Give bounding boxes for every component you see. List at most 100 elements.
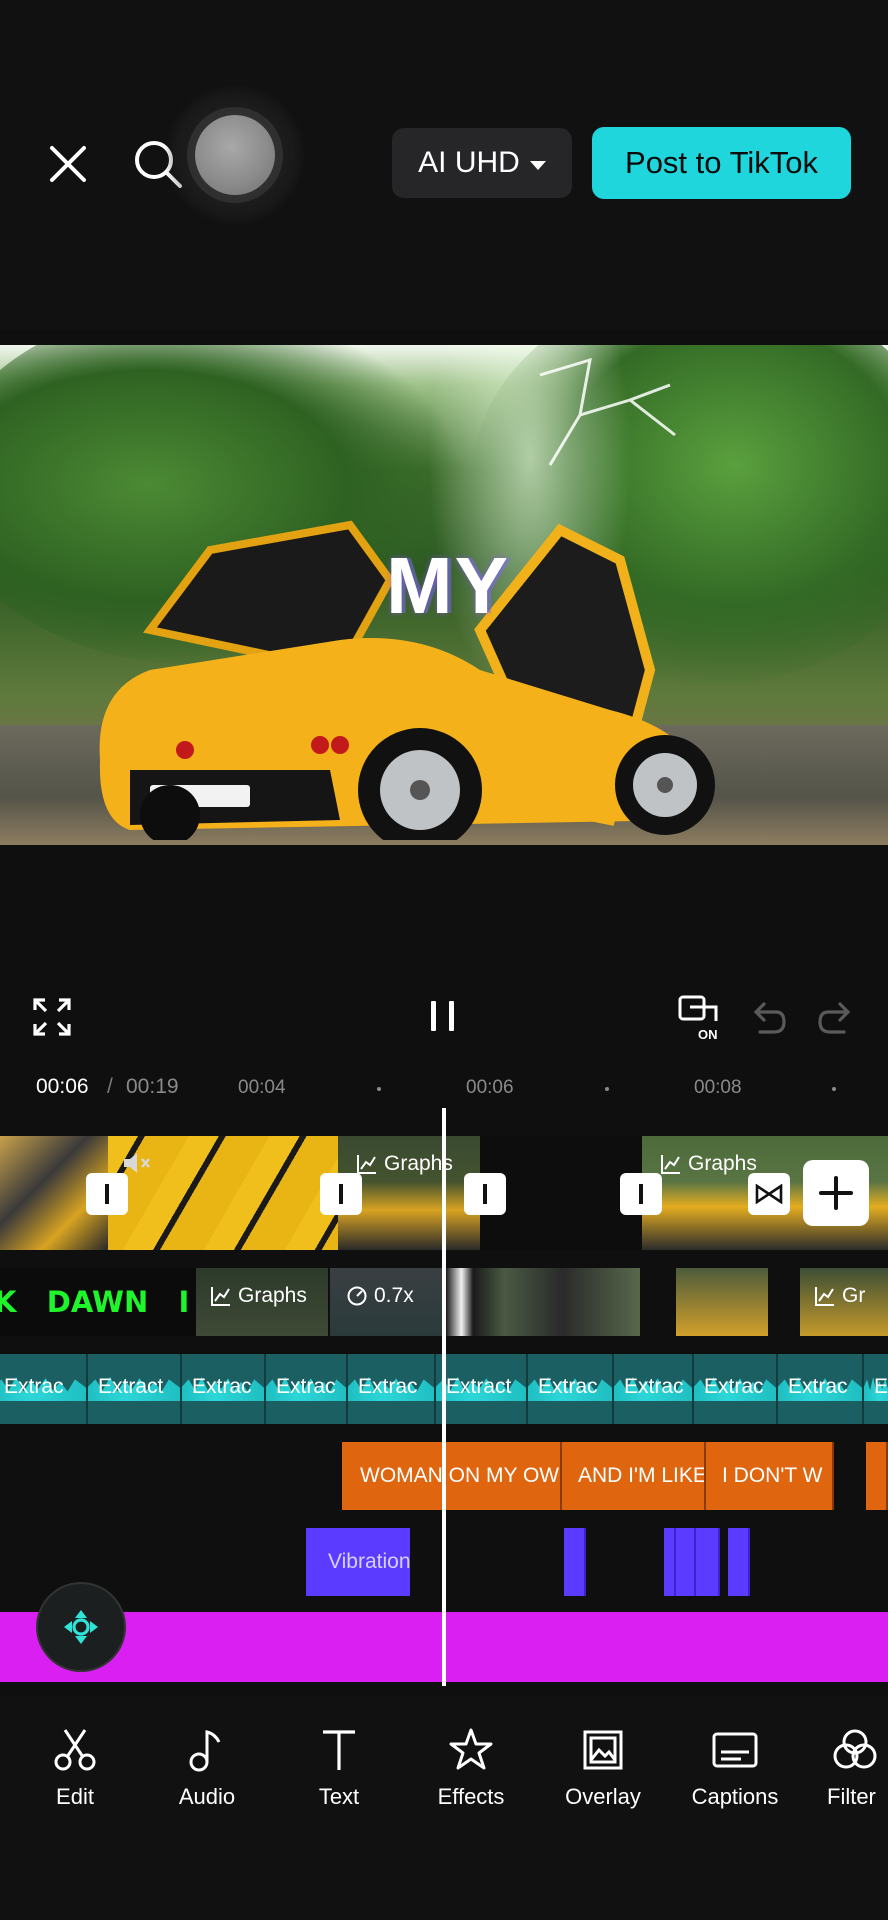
effect-clip[interactable]: Vibration	[306, 1528, 410, 1596]
transition-applied-icon[interactable]	[748, 1173, 790, 1215]
post-to-tiktok-button[interactable]: Post to TikTok	[592, 127, 851, 199]
transition-button[interactable]	[620, 1173, 662, 1215]
audio-segment-label: Extract	[446, 1375, 512, 1398]
bottom-toolbar: Edit Audio Text Effects Overlay Captions	[0, 1696, 888, 1920]
toolbar-label: Overlay	[565, 1784, 641, 1809]
ruler-tick-label: 00:06	[466, 1077, 514, 1098]
audio-segment[interactable]: Extrac	[182, 1354, 266, 1424]
ruler-tick-label: 00:04	[238, 1077, 286, 1098]
transition-button[interactable]	[464, 1173, 506, 1215]
graph-icon	[357, 1155, 376, 1174]
overlay-icon	[583, 1730, 623, 1770]
current-time: 00:06	[36, 1075, 89, 1098]
star-effects-icon	[449, 1728, 493, 1770]
graph-icon	[661, 1155, 680, 1174]
clip-label-text: Gr	[842, 1284, 866, 1307]
toolbar-overlay[interactable]: Overlay	[543, 1726, 663, 1810]
effect-clip[interactable]	[676, 1528, 696, 1596]
toolbar-label: Audio	[178, 1784, 236, 1809]
clip-effect-label: Graphs	[210, 1284, 307, 1308]
toolbar-label: Text	[318, 1784, 360, 1809]
overlay-text-content: K DAWN I	[0, 1285, 190, 1319]
text-clip[interactable]	[866, 1442, 888, 1510]
audio-segment[interactable]: Extrac	[348, 1354, 436, 1424]
plus-icon	[819, 1176, 853, 1210]
audio-segment-label: Extrac	[4, 1375, 64, 1398]
record-button[interactable]	[195, 115, 275, 195]
audio-segment[interactable]: Extrac	[694, 1354, 778, 1424]
top-bar: AI UHD Post to TikTok	[0, 0, 888, 330]
audio-segment[interactable]: Extrac	[528, 1354, 614, 1424]
undo-icon[interactable]	[748, 998, 788, 1038]
music-note-icon	[189, 1730, 221, 1772]
clip-effect-label: Gr	[814, 1284, 865, 1308]
audio-segment-label: Extrac	[704, 1375, 764, 1398]
clip-label-text: 0.7x	[374, 1284, 414, 1307]
text-icon	[323, 1730, 355, 1770]
keyframe-button[interactable]	[36, 1582, 126, 1672]
audio-segment-label: Extrac	[538, 1375, 598, 1398]
audio-segment[interactable]: Extract	[436, 1354, 528, 1424]
toolbar-label: Effects	[437, 1784, 505, 1809]
quality-label: AI UHD	[418, 146, 520, 179]
audio-segment[interactable]: Extract	[88, 1354, 182, 1424]
toolbar-audio[interactable]: Audio	[147, 1726, 267, 1810]
toolbar-label: Captions	[691, 1784, 779, 1809]
overlay-clip[interactable]	[446, 1268, 640, 1336]
preview-overlay-text: MY	[386, 541, 510, 630]
lightning-effect	[539, 357, 676, 466]
audio-segment-label: Extrac	[788, 1375, 848, 1398]
speed-icon	[347, 1286, 367, 1306]
audio-segment-label: Extract	[98, 1375, 164, 1398]
effect-clip[interactable]	[696, 1528, 720, 1596]
graph-icon	[211, 1287, 230, 1306]
toolbar-filter[interactable]: Filter	[807, 1726, 888, 1810]
playhead[interactable]	[442, 1108, 446, 1686]
toolbar-captions[interactable]: Captions	[675, 1726, 795, 1810]
clip-speed-label: 0.7x	[346, 1284, 414, 1308]
video-preview[interactable]: MY	[0, 345, 888, 845]
captions-icon	[712, 1732, 758, 1768]
transition-button[interactable]	[86, 1173, 128, 1215]
clip-effect-label: Graphs	[356, 1152, 453, 1176]
transition-button[interactable]	[320, 1173, 362, 1215]
text-clip[interactable]: AND I'M LIKE	[562, 1442, 706, 1510]
audio-segment[interactable]: Extrac	[0, 1354, 88, 1424]
overlay-clip[interactable]: 0.7x	[330, 1268, 444, 1336]
muted-icon[interactable]	[122, 1150, 152, 1176]
pause-bar-left	[431, 1001, 436, 1031]
toolbar-effects[interactable]: Effects	[411, 1726, 531, 1810]
effect-clip[interactable]	[728, 1528, 750, 1596]
audio-segment[interactable]: E	[864, 1354, 888, 1424]
overlay-clip[interactable]	[676, 1268, 768, 1336]
overlay-clip[interactable]: Graphs	[196, 1268, 328, 1336]
video-clip[interactable]	[108, 1136, 338, 1250]
text-clip[interactable]: I DON'T W	[706, 1442, 834, 1510]
overlay-text-clip[interactable]: K DAWN I	[0, 1268, 196, 1336]
clip-label-text: Graphs	[688, 1152, 757, 1175]
redo-icon[interactable]	[816, 998, 856, 1038]
filter-icon	[833, 1729, 877, 1769]
effect-clip[interactable]	[664, 1528, 676, 1596]
text-clip[interactable]: WOMAN ON MY OWN	[342, 1442, 562, 1510]
total-time: 00:19	[126, 1075, 179, 1098]
main-track-magnet-on-icon[interactable]: ON	[676, 993, 726, 1043]
graph-icon	[815, 1287, 834, 1306]
audio-segment[interactable]: Extrac	[778, 1354, 864, 1424]
audio-segment-label: Extrac	[276, 1375, 336, 1398]
audio-segment-label: E	[874, 1375, 888, 1398]
clip-effect-label: Graphs	[660, 1152, 757, 1176]
toolbar-text[interactable]: Text	[279, 1726, 399, 1810]
toolbar-edit[interactable]: Edit	[15, 1726, 135, 1810]
close-icon[interactable]	[44, 140, 92, 188]
overlay-clip[interactable]: Gr	[800, 1268, 888, 1336]
add-clip-button[interactable]	[803, 1160, 869, 1226]
scissors-icon	[54, 1729, 96, 1771]
audio-segment[interactable]: Extrac	[266, 1354, 348, 1424]
effect-clip[interactable]	[564, 1528, 586, 1596]
audio-segment[interactable]: Extrac	[614, 1354, 694, 1424]
pause-button[interactable]	[426, 997, 460, 1037]
quality-dropdown[interactable]: AI UHD	[392, 128, 572, 198]
ruler-dot	[605, 1087, 609, 1091]
fullscreen-icon[interactable]	[32, 997, 72, 1037]
